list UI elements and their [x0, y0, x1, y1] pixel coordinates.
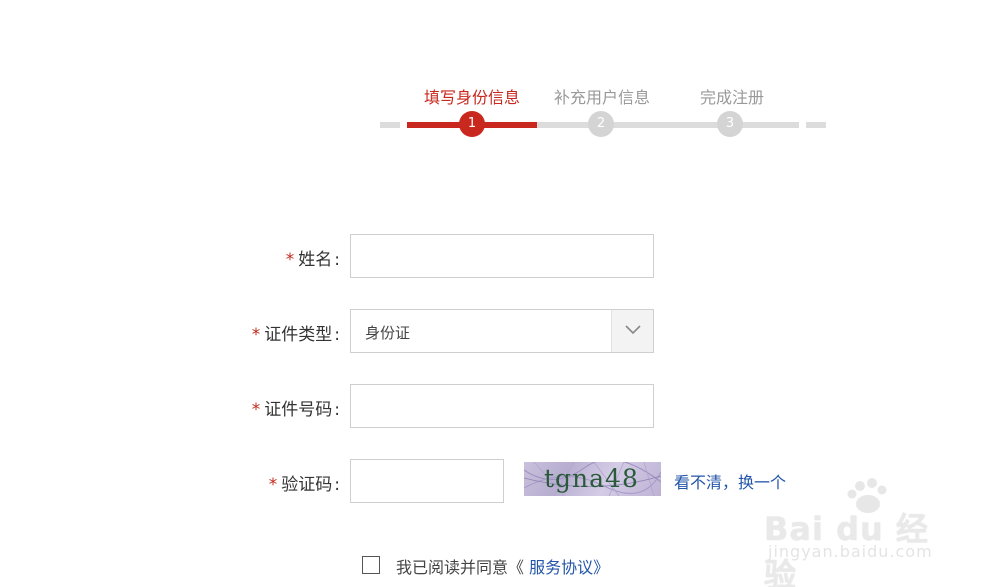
step-1-indicator: 1	[459, 111, 485, 137]
id-type-select[interactable]: 身份证	[350, 309, 654, 353]
agreement-text: 我已阅读并同意《 服务协议》	[396, 558, 610, 577]
service-agreement-link[interactable]: 服务协议》	[529, 558, 609, 577]
id-number-label: * 证件号码:	[251, 400, 340, 420]
step-1-label: 填写身份信息	[424, 88, 521, 107]
id-type-row: * 证件类型: 身份证	[0, 309, 1000, 353]
required-mark: *	[285, 250, 295, 270]
required-mark: *	[268, 475, 278, 495]
stepper-track-pending	[537, 122, 799, 128]
chevron-down-icon	[625, 325, 641, 335]
required-mark: *	[251, 400, 261, 420]
stepper-track-start	[380, 122, 400, 128]
baidu-jingyan-watermark: Bai du 经验 jingyan.baidu.com	[762, 476, 952, 587]
id-number-input[interactable]	[350, 384, 654, 428]
captcha-input[interactable]	[350, 459, 504, 503]
stepper-track-end	[806, 122, 826, 128]
captcha-code: tgna48	[544, 464, 639, 493]
step-2-label: 补充用户信息	[554, 88, 651, 107]
id-type-label: * 证件类型:	[251, 325, 340, 345]
step-3-label: 完成注册	[700, 88, 765, 107]
name-input[interactable]	[350, 234, 654, 278]
watermark-url: jingyan.baidu.com	[768, 542, 933, 561]
dropdown-toggle[interactable]	[611, 310, 653, 352]
step-2-indicator: 2	[588, 111, 614, 137]
required-mark: *	[251, 325, 261, 345]
name-row: * 姓名:	[0, 234, 1000, 278]
id-type-selected-value: 身份证	[365, 324, 411, 342]
registration-stepper: 填写身份信息 补充用户信息 完成注册 1 2 3	[380, 80, 826, 140]
agreement-checkbox[interactable]	[362, 556, 380, 574]
captcha-image[interactable]: tgna48	[524, 462, 661, 496]
step-3-indicator: 3	[717, 111, 743, 137]
name-label: * 姓名:	[285, 250, 340, 270]
id-number-row: * 证件号码:	[0, 384, 1000, 428]
captcha-label: * 验证码:	[268, 475, 340, 495]
